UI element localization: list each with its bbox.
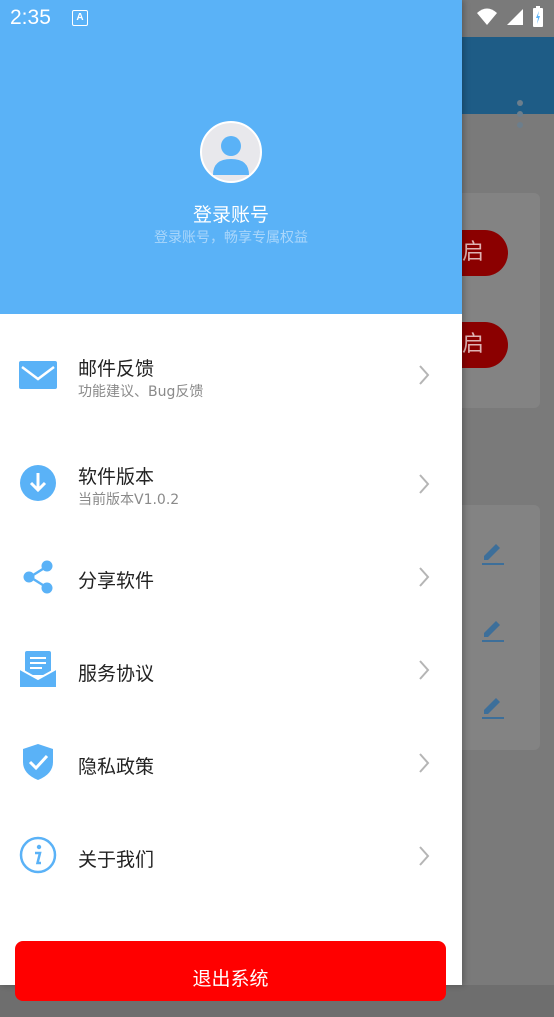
agreement-icon xyxy=(19,651,57,687)
menu-item-label: 软件版本 xyxy=(78,466,155,488)
share-icon xyxy=(23,560,53,594)
battery-icon xyxy=(533,6,543,27)
notification-icon: A xyxy=(72,10,88,26)
user-icon xyxy=(213,136,249,175)
menu-item-label: 分享软件 xyxy=(78,570,155,592)
menu-item-mail-feedback[interactable]: 邮件反馈 功能建议、Bug反馈 xyxy=(0,330,462,420)
drawer-header: 登录账号 登录账号，畅享专属权益 xyxy=(0,0,462,314)
login-title[interactable]: 登录账号 xyxy=(0,200,462,227)
avatar[interactable] xyxy=(200,121,262,183)
menu-item-label: 隐私政策 xyxy=(78,756,155,778)
shield-check-icon xyxy=(23,744,53,780)
status-icons xyxy=(476,6,544,28)
edit-icon xyxy=(482,621,504,642)
chevron-right-icon xyxy=(419,567,430,587)
chevron-right-icon xyxy=(419,753,430,773)
menu-item-service-agreement[interactable]: 服务协议 xyxy=(0,625,462,715)
status-time: 2:35 xyxy=(10,6,51,29)
wifi-icon xyxy=(477,8,497,25)
chevron-right-icon xyxy=(419,365,430,385)
edit-icon xyxy=(482,698,504,719)
chevron-right-icon xyxy=(419,660,430,680)
edit-icon xyxy=(482,544,504,565)
menu-item-label: 关于我们 xyxy=(78,849,155,871)
chevron-right-icon xyxy=(419,474,430,494)
navigation-drawer: 登录账号 登录账号，畅享专属权益 邮件反馈 功能建议、Bug反馈 软件版本 当前… xyxy=(0,0,462,1001)
menu-item-share[interactable]: 分享软件 xyxy=(0,532,462,622)
login-subtitle: 登录账号，畅享专属权益 xyxy=(154,230,308,246)
download-icon xyxy=(20,465,56,501)
overflow-menu-icon xyxy=(516,100,524,128)
menu-item-about-us[interactable]: 关于我们 xyxy=(0,811,462,901)
logout-button[interactable]: 退出系统 xyxy=(15,941,446,1001)
menu-item-privacy-policy[interactable]: 隐私政策 xyxy=(0,718,462,808)
menu-item-version[interactable]: 软件版本 当前版本V1.0.2 xyxy=(0,438,462,528)
signal-icon xyxy=(507,9,523,25)
menu-item-label: 邮件反馈 xyxy=(78,358,155,380)
menu-item-label: 服务协议 xyxy=(78,663,155,685)
status-bar: 2:35 A xyxy=(0,0,554,37)
menu-item-subtitle: 功能建议、Bug反馈 xyxy=(78,384,204,400)
mail-icon xyxy=(19,361,57,389)
chevron-right-icon xyxy=(419,846,430,866)
menu-item-subtitle: 当前版本V1.0.2 xyxy=(78,492,180,508)
info-icon xyxy=(19,836,57,874)
